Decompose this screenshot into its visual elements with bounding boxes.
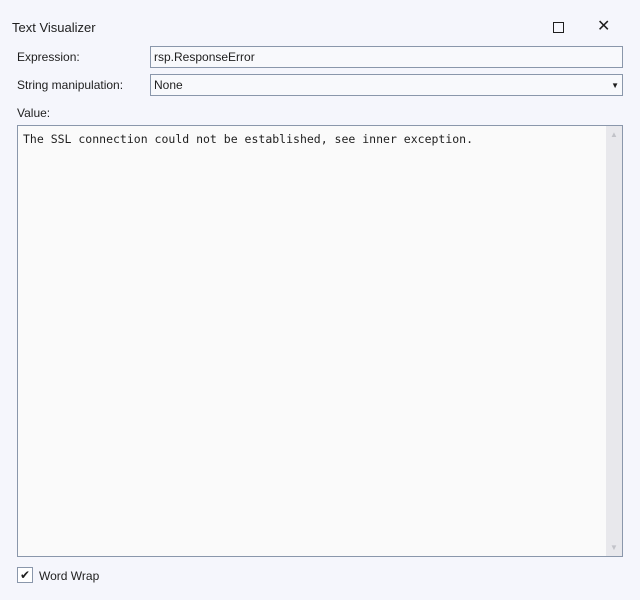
- value-textarea[interactable]: The SSL connection could not be establis…: [17, 125, 623, 557]
- string-manipulation-select[interactable]: None ▼: [150, 74, 623, 96]
- word-wrap-checkbox[interactable]: ✔: [17, 567, 33, 583]
- value-label: Value:: [17, 106, 51, 120]
- string-manipulation-label: String manipulation:: [17, 78, 124, 92]
- checkmark-icon: ✔: [19, 568, 31, 582]
- scroll-down-icon[interactable]: ▼: [610, 543, 618, 552]
- maximize-button[interactable]: [553, 22, 564, 33]
- vertical-scrollbar[interactable]: ▲ ▼: [606, 126, 622, 556]
- window-title: Text Visualizer: [12, 20, 96, 35]
- word-wrap-label[interactable]: Word Wrap: [39, 569, 99, 583]
- expression-label: Expression:: [17, 50, 80, 64]
- string-manipulation-value: None: [154, 78, 183, 92]
- close-button[interactable]: ✕: [597, 17, 610, 37]
- value-text: The SSL connection could not be establis…: [23, 132, 474, 146]
- expression-input[interactable]: rsp.ResponseError: [150, 46, 623, 68]
- scroll-up-icon[interactable]: ▲: [610, 130, 618, 139]
- chevron-down-icon: ▼: [611, 81, 619, 90]
